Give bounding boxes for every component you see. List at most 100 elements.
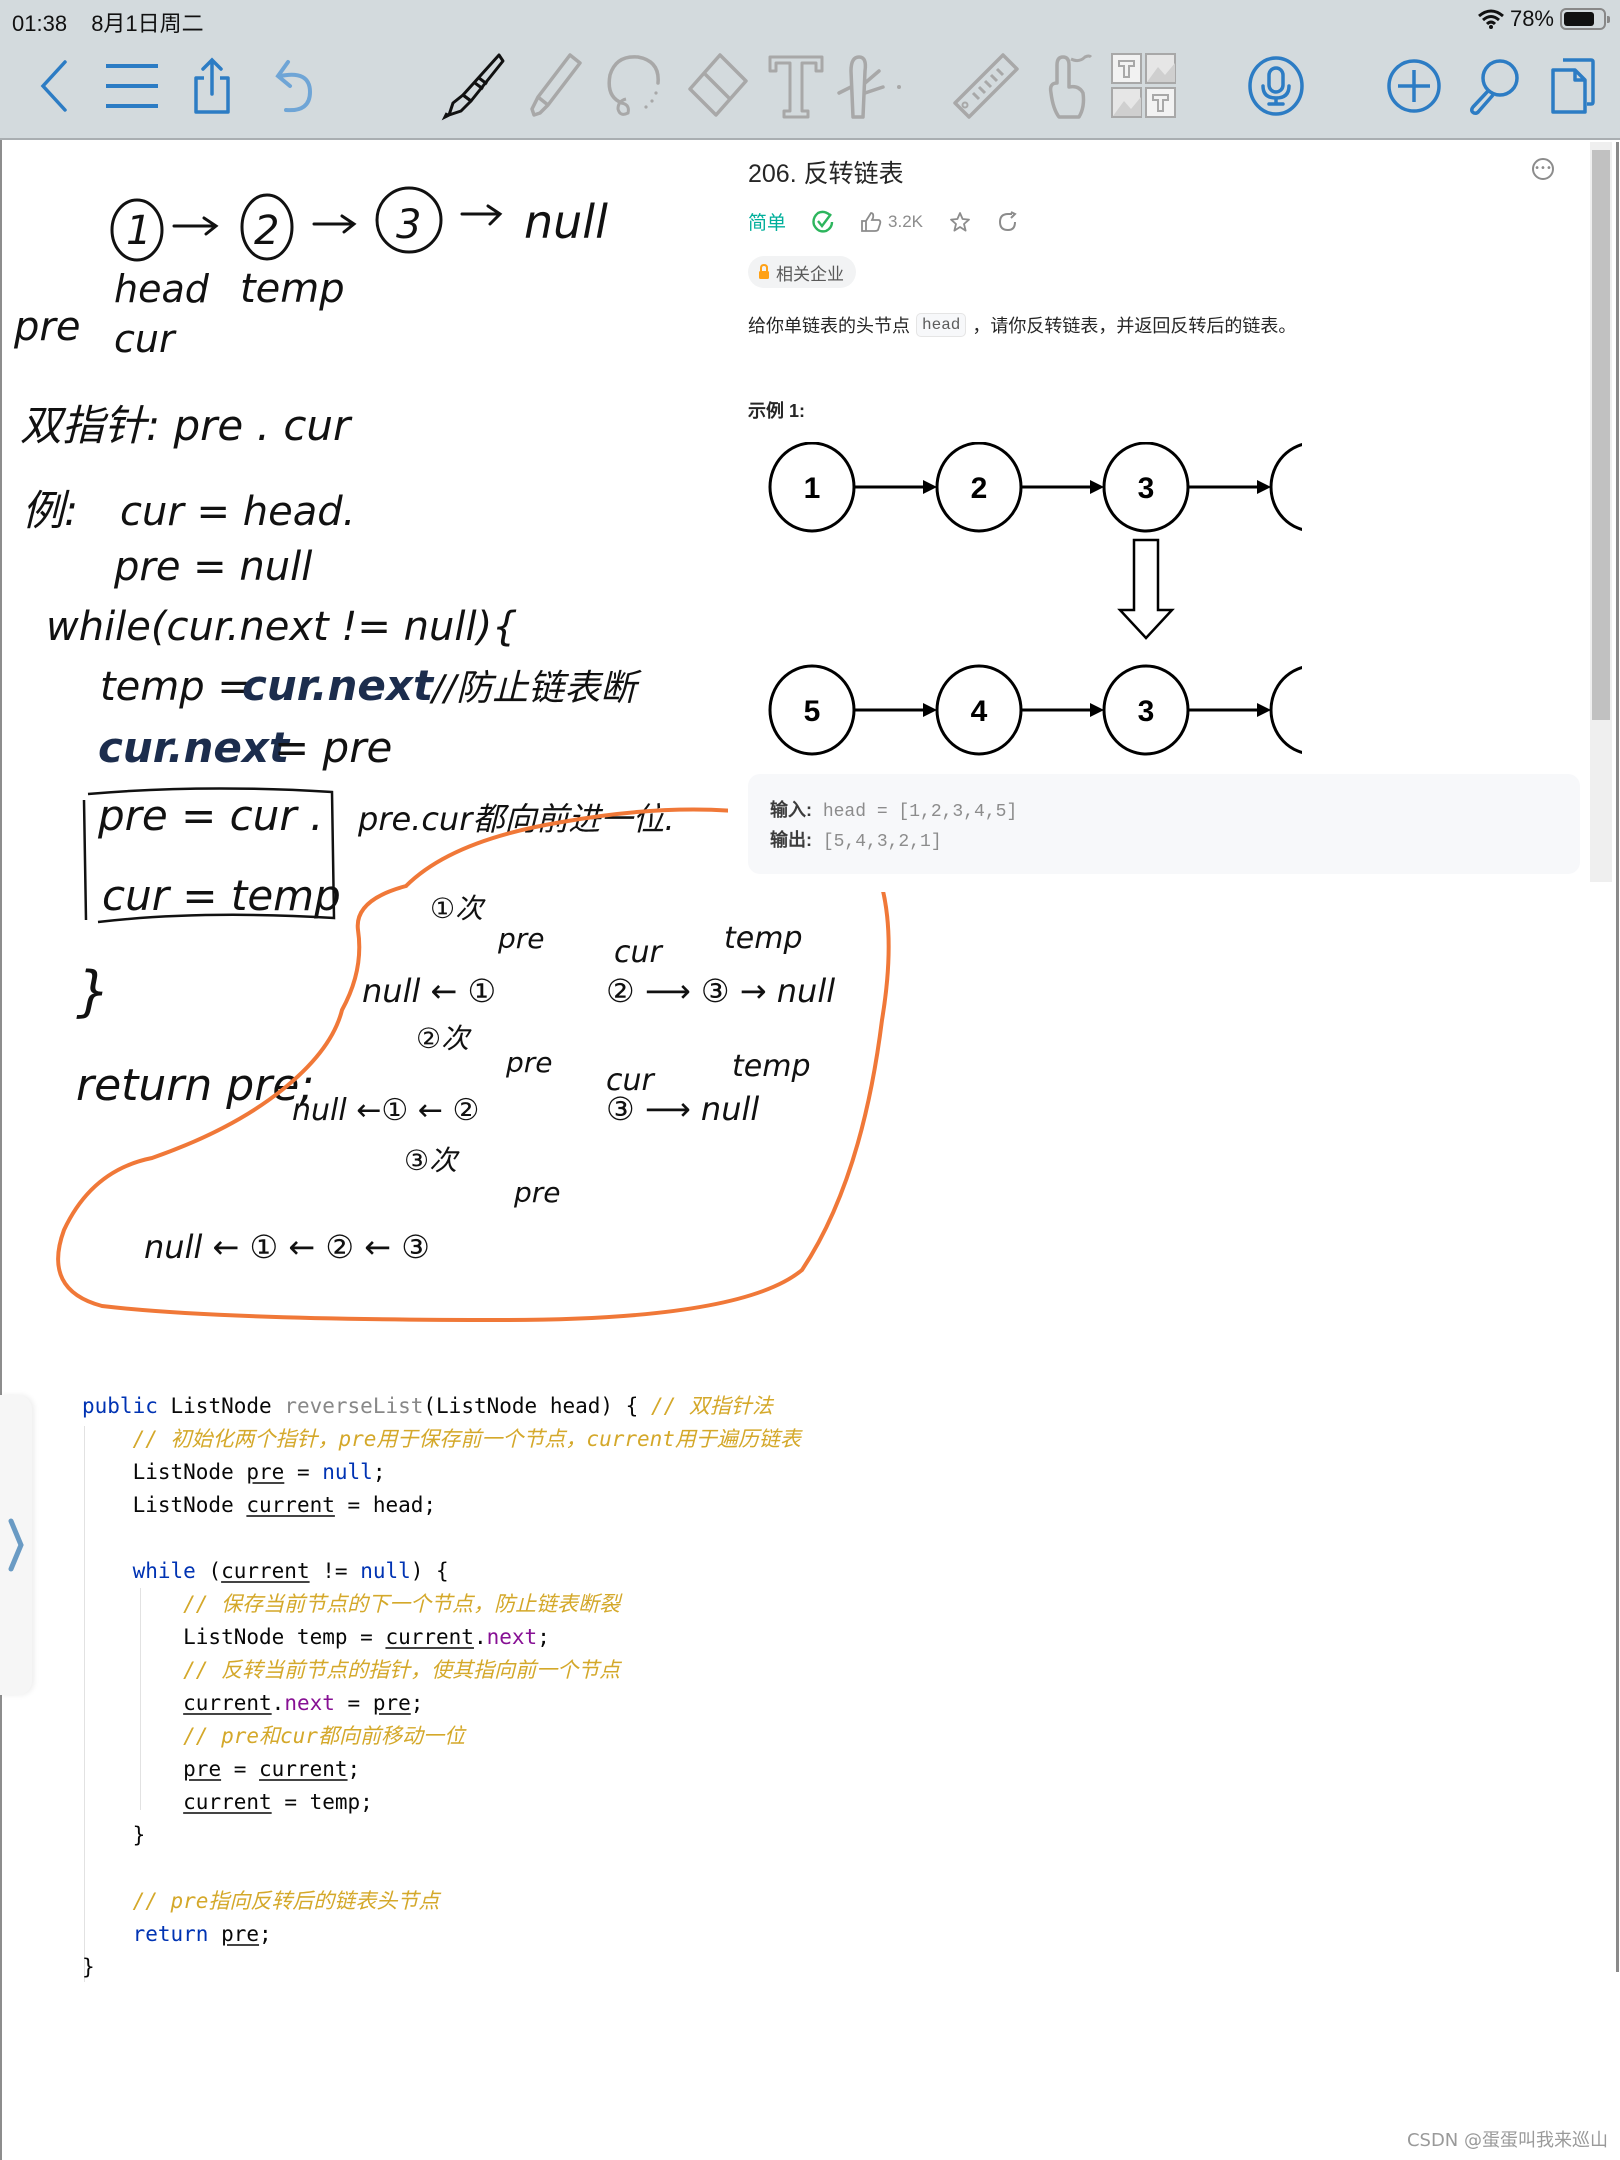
output-list-node: 3 — [1102, 664, 1190, 756]
layout-tool-button[interactable] — [1111, 46, 1176, 126]
share-button[interactable] — [182, 46, 242, 126]
code-comment: // 反转当前节点的指针，使其指向前一个节点 — [183, 1658, 621, 1682]
code-text: . — [473, 1625, 487, 1649]
code-text: ; — [537, 1625, 550, 1649]
code-text: ListNode temp = — [82, 1625, 386, 1649]
difficulty-badge: 简单 — [748, 213, 787, 234]
description-code: head — [916, 313, 967, 337]
text-tool-button[interactable] — [766, 46, 826, 126]
problem-title: 206. 反转链表 — [748, 160, 904, 188]
sketch-node-label: 3 — [396, 202, 421, 248]
more-icon: ••• — [1534, 163, 1552, 174]
code-line: public ListNode reverseList(ListNode hea… — [82, 1390, 801, 1423]
temp-assign-rhs: cur.next — [242, 661, 435, 710]
sidebar-toggle-handle[interactable] — [0, 1395, 32, 1695]
node-value: 2 — [971, 472, 988, 505]
transform-arrow — [1117, 538, 1175, 640]
share-problem-icon[interactable] — [997, 210, 1019, 233]
gesture-tool-button[interactable] — [1040, 46, 1100, 126]
code-comment: // pre指向反转后的链表头节点 — [132, 1889, 440, 1913]
microphone-icon — [1248, 56, 1304, 116]
add-icon — [1387, 59, 1441, 113]
ruler-tool-button[interactable] — [953, 46, 1019, 126]
pages-button[interactable] — [1542, 46, 1602, 126]
pen-icon — [441, 53, 505, 121]
label-pre: pre — [13, 304, 80, 350]
input-list-node: 3 — [1102, 442, 1190, 533]
code-variable: pre — [221, 1922, 260, 1946]
multitool-button[interactable] — [837, 46, 901, 126]
code-text: ; — [259, 1922, 272, 1946]
node-arrowhead — [1090, 480, 1104, 494]
back-button[interactable] — [24, 46, 84, 126]
example-io-box: 输入: head = [1,2,3,4,5] 输出: [5,4,3,2,1] — [748, 774, 1580, 874]
input-list-node: 1 — [768, 442, 856, 533]
undo-button[interactable] — [264, 46, 324, 126]
solved-check-icon — [812, 210, 834, 233]
highlighter-icon — [530, 53, 582, 117]
node-circle — [1269, 665, 1302, 755]
code-line: ListNode pre = null; — [82, 1456, 801, 1489]
code-text: != — [309, 1559, 361, 1583]
star-icon[interactable] — [949, 211, 971, 233]
eraser-icon — [688, 53, 748, 117]
code-line: } — [82, 1951, 801, 1984]
iteration-1-cur-tag: cur — [614, 935, 664, 970]
code-line: return pre; — [82, 1918, 801, 1951]
like-count: 3.2K — [888, 211, 923, 231]
example-output-row: 输出: [5,4,3,2,1] — [770, 826, 1558, 856]
menu-button[interactable] — [102, 46, 162, 126]
code-line: current.next = pre; — [82, 1687, 801, 1720]
label-temp: temp — [240, 266, 345, 312]
iteration-1-right: ② ⟶ ③ → null — [606, 972, 835, 1010]
problem-screenshot: 206. 反转链表 ••• 简单 3.2K 相关企业 给你单链表的头节点 hea… — [728, 142, 1620, 1972]
cur-next-rhs: = pre — [274, 723, 392, 772]
battery-icon — [1560, 8, 1610, 30]
example-title: 示例 1: — [748, 401, 806, 421]
battery-percent: 78% — [1509, 6, 1554, 31]
label-head: head — [114, 267, 210, 311]
code-line: pre = current; — [82, 1753, 801, 1786]
node-arrowhead — [923, 480, 937, 494]
like-button[interactable]: 3.2K — [860, 211, 923, 233]
lasso-tool-button[interactable] — [604, 46, 664, 126]
problem-meta-row: 简单 3.2K — [748, 208, 1019, 235]
code-variable: current — [183, 1691, 272, 1715]
add-page-button[interactable] — [1384, 46, 1444, 126]
highlighter-tool-button[interactable] — [524, 46, 584, 126]
output-list-node: 4 — [935, 664, 1023, 756]
code-line: // 反转当前节点的指针，使其指向前一个节点 — [82, 1654, 801, 1687]
code-keyword: while — [132, 1559, 209, 1583]
status-bar-left: 01:38 8月1日周二 — [12, 6, 222, 38]
code-variable: current — [246, 1493, 335, 1517]
more-options-button[interactable]: ••• — [1532, 158, 1554, 180]
code-text: ( — [208, 1559, 222, 1583]
iteration-1-label: ①次 — [430, 892, 486, 925]
watermark: CSDN @蛋蛋叫我来巡山 — [1406, 2130, 1608, 2151]
pen-tool-button[interactable] — [441, 46, 505, 126]
node-value: 5 — [804, 695, 821, 728]
related-companies-tag[interactable]: 相关企业 — [748, 256, 856, 288]
voice-record-button[interactable] — [1246, 46, 1306, 126]
menu-icon — [106, 64, 158, 108]
problem-description: 给你单链表的头节点 head ，请你反转链表，并返回反转后的链表。 — [748, 312, 1296, 338]
code-text: ; — [347, 1757, 361, 1781]
panel-scrollbar-thumb[interactable] — [1592, 150, 1610, 720]
iteration-1-pre-tag: pre — [497, 922, 545, 955]
node-arrowhead — [1257, 480, 1271, 494]
code-line: } — [82, 1819, 801, 1852]
code-field: next — [284, 1691, 335, 1715]
iteration-1-left: null ← ① — [362, 972, 496, 1010]
lock-icon — [759, 264, 769, 279]
search-button[interactable] — [1464, 46, 1524, 126]
eraser-tool-button[interactable] — [686, 46, 748, 126]
example-label: 例: — [22, 486, 78, 535]
battery-level — [1564, 12, 1594, 26]
code-variable: current — [259, 1757, 348, 1781]
code-block: public ListNode reverseList(ListNode hea… — [82, 1390, 801, 1984]
